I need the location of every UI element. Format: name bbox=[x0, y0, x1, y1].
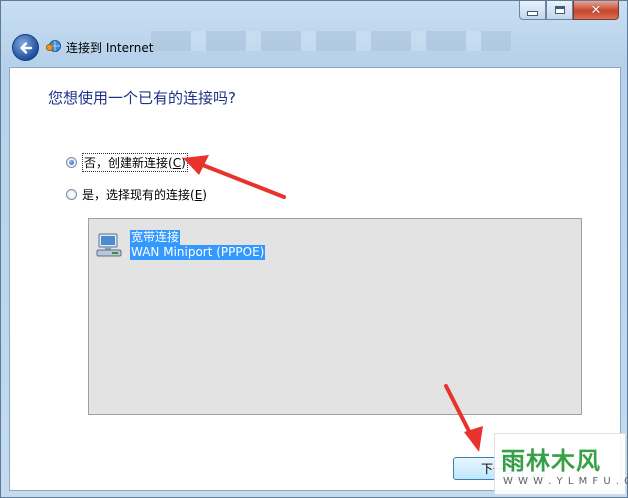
connection-device: WAN Miniport (PPPOE) bbox=[130, 245, 266, 260]
connection-name: 宽带连接 bbox=[130, 230, 181, 245]
network-connection-icon bbox=[96, 233, 122, 257]
close-button[interactable]: ✕ bbox=[573, 1, 619, 20]
option-create-new-label: 否，创建新连接(C) bbox=[82, 153, 188, 172]
maximize-icon bbox=[554, 6, 565, 14]
back-arrow-icon bbox=[19, 41, 32, 54]
background-blur bbox=[151, 31, 511, 51]
window-title: 连接到 Internet bbox=[66, 41, 154, 55]
wizard-window: ✕ 连接到 Internet 您想使用一个已有的连接吗? 否，创建新连接(C) … bbox=[0, 0, 628, 498]
minimize-button[interactable] bbox=[519, 1, 546, 20]
wizard-content: 您想使用一个已有的连接吗? 否，创建新连接(C) 是，选择现有的连接(E) 宽带… bbox=[9, 67, 621, 491]
connect-internet-icon bbox=[45, 40, 61, 52]
existing-connections-list[interactable]: 宽带连接 WAN Miniport (PPPOE) bbox=[88, 218, 582, 415]
option-create-new[interactable]: 否，创建新连接(C) bbox=[66, 153, 188, 172]
radio-use-existing[interactable] bbox=[66, 189, 77, 200]
watermark-title: 雨林木风 bbox=[501, 447, 601, 475]
list-item[interactable]: 宽带连接 WAN Miniport (PPPOE) bbox=[94, 230, 266, 261]
back-button[interactable] bbox=[12, 34, 39, 61]
page-heading: 您想使用一个已有的连接吗? bbox=[48, 89, 236, 107]
close-icon: ✕ bbox=[590, 2, 602, 18]
maximize-button[interactable] bbox=[546, 1, 573, 20]
option-use-existing-label: 是，选择现有的连接(E) bbox=[82, 188, 207, 202]
option-use-existing[interactable]: 是，选择现有的连接(E) bbox=[66, 186, 207, 203]
watermark-url: W W W . Y L M F U . C O M bbox=[503, 476, 628, 487]
minimize-icon bbox=[527, 10, 538, 16]
watermark-logo: 雨林木风 W W W . Y L M F U . C O M bbox=[494, 433, 628, 495]
caption-buttons: ✕ bbox=[519, 1, 619, 20]
radio-create-new[interactable] bbox=[66, 157, 77, 168]
